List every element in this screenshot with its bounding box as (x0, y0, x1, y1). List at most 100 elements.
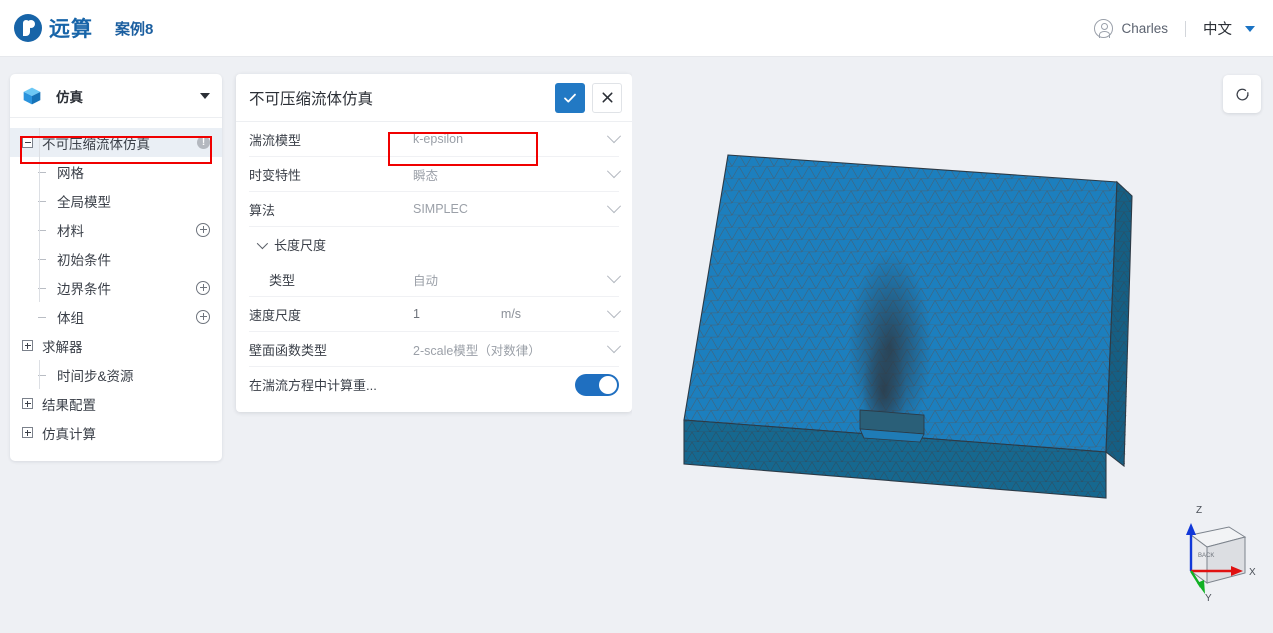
field-label: 类型 (269, 272, 296, 288)
tree-connector (39, 360, 40, 389)
collapse-icon[interactable] (22, 137, 33, 148)
chevron-down-icon[interactable] (606, 199, 622, 214)
tree-item-label: 求解器 (42, 339, 83, 355)
viewport-3d[interactable]: BACK Z X Y (632, 57, 1273, 633)
expand-icon[interactable] (22, 398, 33, 409)
field-value: k-epsilon (413, 132, 464, 146)
tree-item-1[interactable]: 网格 (10, 157, 222, 186)
axis-face-label: BACK (1198, 553, 1214, 559)
field-group-3[interactable]: 长度尺度 (249, 227, 619, 262)
chevron-down-icon[interactable] (1245, 25, 1255, 32)
field-value: 自动 (413, 273, 439, 288)
tree-item-label: 材料 (57, 223, 84, 239)
axis-label-x: X (1249, 567, 1256, 578)
chevron-down-icon[interactable] (606, 164, 622, 179)
tree-item-5[interactable]: 边界条件 (10, 273, 222, 302)
tree-item-label: 仿真计算 (42, 426, 96, 442)
field-row-6: 壁面函数类型 2-scale模型（对数律） (249, 332, 622, 367)
expand-icon[interactable] (22, 340, 33, 351)
properties-panel: 不可压缩流体仿真 湍流模型 k-epsilon 时变特性 瞬态算法 SIMPLEC 长度尺… (236, 74, 632, 412)
panel-title: 不可压缩流体仿真 (249, 90, 374, 108)
tree-item-3[interactable]: 材料 (10, 215, 222, 244)
add-item-icon[interactable] (196, 222, 210, 237)
tree-item-0[interactable]: 不可压缩流体仿真! (10, 128, 222, 157)
tree-item-8[interactable]: 时间步&资源 (10, 360, 222, 389)
field-row-1: 时变特性 瞬态 (249, 157, 622, 192)
expand-icon[interactable] (22, 427, 33, 438)
app-header: 远算 案例8 Charles 中文 (0, 0, 1273, 57)
chevron-down-icon[interactable] (256, 237, 269, 249)
warning-badge: ! (197, 136, 210, 149)
field-group-label: 长度尺度 (274, 238, 327, 253)
tree-item-label: 结果配置 (42, 397, 96, 413)
tree-item-6[interactable]: 体组 (10, 302, 222, 331)
user-menu[interactable]: Charles (1094, 19, 1168, 38)
page-title: 案例8 (115, 20, 154, 38)
reset-view-icon (1236, 88, 1248, 100)
field-select[interactable]: 2-scale模型（对数律） (413, 339, 622, 359)
cube-icon (23, 87, 41, 104)
close-icon (601, 92, 613, 103)
user-avatar-icon (1094, 19, 1114, 38)
tree-item-10[interactable]: 仿真计算 (10, 418, 222, 447)
axis-triad[interactable]: BACK Z X Y (1169, 495, 1261, 603)
field-row-7: 在湍流方程中计算重... (249, 367, 619, 402)
field-unit: m/s (500, 307, 522, 321)
tree-item-label: 边界条件 (57, 281, 111, 297)
field-row-4: 类型 自动 (249, 262, 622, 297)
chevron-down-icon[interactable] (606, 269, 622, 284)
panel-fields: 湍流模型 k-epsilon 时变特性 瞬态算法 SIMPLEC 长度尺度类型 自动速度尺度… (236, 122, 632, 412)
field-input[interactable]: 1 m/s (413, 304, 622, 321)
brand[interactable]: 远算 (14, 13, 93, 43)
simulation-tree: 不可压缩流体仿真! 网格全局模型材料初始条件边界条件体组求解器时间步&资源结果配置… (10, 118, 222, 461)
cfd-mesh-box[interactable] (662, 142, 1222, 502)
field-label: 在湍流方程中计算重... (249, 378, 377, 393)
field-value: SIMPLEC (413, 202, 468, 216)
panel-header: 不可压缩流体仿真 (236, 74, 632, 122)
tree-item-2[interactable]: 全局模型 (10, 186, 222, 215)
field-value: 1 (413, 307, 420, 321)
header-divider (1185, 20, 1186, 37)
header-right: Charles 中文 (1094, 0, 1255, 57)
tree-item-label: 初始条件 (57, 252, 111, 268)
field-select[interactable]: 自动 (413, 269, 622, 289)
field-value: 瞬态 (413, 168, 439, 183)
panel-actions (555, 82, 622, 113)
field-row-0: 湍流模型 k-epsilon (249, 122, 622, 157)
add-item-icon[interactable] (196, 280, 210, 295)
field-select[interactable]: SIMPLEC (413, 199, 622, 216)
field-select[interactable]: 瞬态 (413, 164, 622, 184)
add-item-icon[interactable] (196, 309, 210, 324)
cancel-button[interactable] (592, 82, 622, 113)
field-select[interactable]: k-epsilon (413, 129, 622, 146)
logo-text: 远算 (49, 18, 93, 41)
reset-view-button[interactable] (1223, 75, 1261, 113)
tree-item-label: 全局模型 (57, 194, 111, 210)
chevron-down-icon[interactable] (606, 129, 622, 144)
field-label: 时变特性 (249, 167, 302, 183)
field-row-2: 算法 SIMPLEC (249, 192, 622, 227)
chevron-down-icon[interactable] (200, 92, 210, 99)
confirm-button[interactable] (555, 82, 585, 113)
tree-item-label: 时间步&资源 (57, 368, 134, 384)
tree-item-label: 网格 (57, 165, 84, 181)
tree-item-9[interactable]: 结果配置 (10, 389, 222, 418)
chevron-down-icon[interactable] (606, 304, 622, 319)
axis-label-y: Y (1205, 593, 1212, 603)
check-icon (564, 93, 576, 102)
field-label: 湍流模型 (249, 132, 302, 148)
tree-item-7[interactable]: 求解器 (10, 331, 222, 360)
field-label: 壁面函数类型 (249, 342, 328, 358)
tree-item-4[interactable]: 初始条件 (10, 244, 222, 273)
user-name: Charles (1121, 21, 1168, 36)
field-value: 2-scale模型（对数律） (413, 343, 541, 358)
field-toggle[interactable] (575, 373, 619, 396)
field-row-5: 速度尺度 1 m/s (249, 297, 622, 332)
axis-label-z: Z (1196, 505, 1202, 516)
field-label: 速度尺度 (249, 307, 302, 323)
tree-connector (39, 128, 40, 302)
yuansuan-logo-icon (14, 14, 42, 42)
language-selector[interactable]: 中文 (1203, 18, 1232, 39)
chevron-down-icon[interactable] (606, 339, 622, 354)
sidebar-header[interactable]: 仿真 (10, 74, 222, 118)
